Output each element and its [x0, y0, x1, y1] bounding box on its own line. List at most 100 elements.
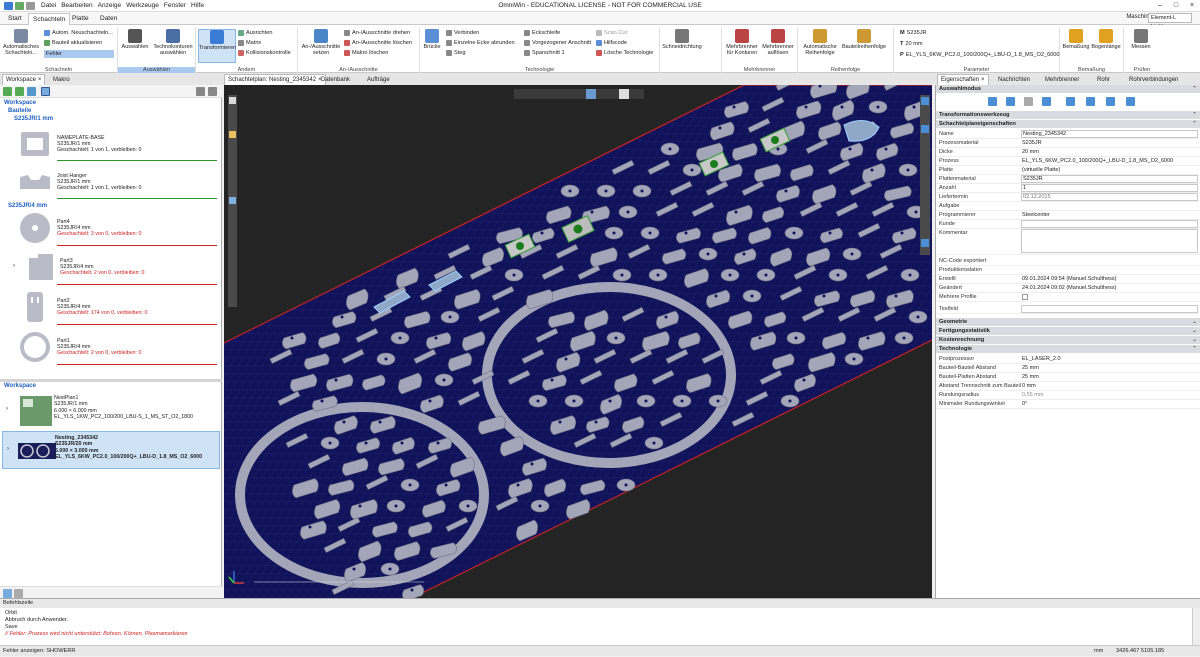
param-process[interactable]: P EL_YLS_6KW_PC2.0_100/200Q+_LBU-D_1.8_MS… [900, 52, 1060, 58]
left-viewport-toolbar[interactable] [228, 95, 237, 307]
sheet-material-select[interactable]: S235JR [1021, 175, 1198, 183]
section-geometrie[interactable]: Geometrie ⌄ [936, 318, 1200, 326]
round-corner-button[interactable]: Einzelne Ecke abrunden [446, 40, 515, 46]
align-button[interactable]: Ausrichten [238, 30, 272, 36]
section-nest-properties[interactable]: Schachtelplaneigenschaften ⌃ [936, 120, 1200, 128]
options-icon[interactable] [208, 87, 217, 96]
section-fertigungsstatistik[interactable]: Fertigungsstatistik ⌄ [936, 327, 1200, 335]
machine-select[interactable]: Element-L Liebherr [1148, 13, 1192, 30]
expand-arrow-icon[interactable]: › [13, 263, 15, 269]
menu-anzeige[interactable]: Anzeige [98, 2, 122, 9]
expand-icon[interactable]: ⌄ [1192, 318, 1197, 326]
matrix-button[interactable]: Matrix [238, 40, 261, 46]
set-leadins-button[interactable]: An-/Ausschnitte setzen [300, 29, 342, 56]
param-thickness[interactable]: T 20 mm [900, 41, 923, 47]
tab-daten[interactable]: Daten [96, 13, 121, 25]
pre-pierce-button[interactable]: Vorgezogener Anschnitt [524, 40, 591, 46]
maximize-button[interactable]: □ [1168, 0, 1184, 12]
view-mode-icon[interactable] [41, 87, 50, 96]
grid-view-icon[interactable] [14, 589, 23, 598]
panel-splitter[interactable] [0, 379, 222, 382]
view-toolbar-floating[interactable] [514, 89, 644, 99]
tab-nesting-plan[interactable]: Schachtelplan: Nesting_2345342 × [224, 74, 326, 85]
parts-folder[interactable]: Bauteile [8, 108, 31, 114]
select-parts-icon[interactable] [988, 97, 997, 106]
select-leadin-icon[interactable] [1042, 97, 1051, 106]
part-sequence-button[interactable]: Bauteilreihenfolge [840, 29, 888, 50]
list-item[interactable]: Part2 S235JR/4 mm Geschachtelt: 174 von 0,… [0, 290, 220, 328]
expand-icon[interactable]: ⌄ [1192, 327, 1197, 335]
delete-technology-button[interactable]: Lösche Technologie [596, 50, 653, 56]
tab-auftraege[interactable]: Aufträge [364, 74, 393, 85]
select-macro-icon[interactable] [1106, 97, 1115, 106]
list-item[interactable]: NAMEPLATE-BASE S235JR/1 mm Geschachtelt: 1… [0, 127, 220, 165]
filter-icon[interactable] [196, 87, 205, 96]
select-bridge-icon[interactable] [1066, 97, 1075, 106]
auto-nesting-button[interactable]: Automatisches Schachteln... [2, 29, 40, 56]
list-view-icon[interactable] [3, 589, 12, 598]
param-material[interactable]: M S235JR [900, 30, 927, 36]
comment-textarea[interactable] [1021, 229, 1198, 253]
collision-check-button[interactable]: Kollisionskontrolle [238, 50, 291, 56]
section-auswahlmodus[interactable]: Auswahlmodus ⌃ [936, 85, 1200, 93]
collapse-icon[interactable]: ⌃ [1192, 120, 1197, 128]
tab-makro[interactable]: Makro [50, 74, 73, 85]
add-nest-icon[interactable] [15, 87, 24, 96]
tab-datenbank[interactable]: Datenbank [318, 74, 353, 85]
right-viewport-toolbar[interactable] [920, 95, 930, 255]
auto-sequence-button[interactable]: Automatische Reihenfolge [800, 29, 840, 56]
select-contours-icon[interactable] [1006, 97, 1015, 106]
menu-werkzeuge[interactable]: Werkzeuge [126, 2, 159, 9]
tab-start[interactable]: Start [4, 13, 26, 25]
delete-leadins-button[interactable]: An-/Ausschnitte löschen [344, 40, 412, 46]
rotate-leadins-button[interactable]: An-/Ausschnitte drehen [344, 30, 410, 36]
expand-arrow-icon[interactable]: › [7, 446, 9, 452]
tab-eigenschaften[interactable]: Eigenschaften × [937, 74, 989, 85]
scan-cut-button[interactable]: Scan Cut [596, 30, 627, 36]
helper-code-button[interactable]: Hilfscode [596, 40, 627, 46]
multi-torch-resolve-button[interactable]: Mehrbrenner auflösen [760, 29, 796, 56]
group-s235jr-1mm[interactable]: S235JR/1 mm [14, 116, 53, 122]
tab-mehrbrenner[interactable]: Mehrbrenner [1042, 74, 1082, 85]
saving-cut-dropdown[interactable]: Sparschnitt 1 [524, 50, 565, 56]
customer-select[interactable] [1021, 220, 1198, 228]
tab-nachrichten[interactable]: Nachrichten [995, 74, 1033, 85]
list-item[interactable]: › Nesting_2345342 S235JR/20 mm 6.000 × 3.0… [2, 431, 220, 469]
save-icon[interactable] [15, 1, 24, 10]
tab-workspace[interactable]: Workspace × [2, 74, 46, 85]
close-icon[interactable]: × [981, 75, 985, 85]
expand-arrow-icon[interactable]: › [6, 406, 8, 412]
group-s235jr-4mm[interactable]: S235JR/4 mm [8, 203, 47, 209]
section-technologie[interactable]: Technologie ⌃ [936, 345, 1200, 353]
section-transform-tool[interactable]: Transformationswerkzeug ⌃ [936, 111, 1200, 119]
select-tag-icon[interactable] [1126, 97, 1135, 106]
undo-icon[interactable] [26, 1, 35, 10]
menu-hilfe[interactable]: Hilfe [191, 2, 204, 9]
select-web-icon[interactable] [1086, 97, 1095, 106]
workspace-root[interactable]: Workspace [4, 100, 36, 106]
section-kostenrechnung[interactable]: Kostenrechnung ⌄ [936, 336, 1200, 344]
nesting-viewport[interactable] [224, 85, 932, 598]
list-item[interactable]: Part1 S235JR/4 mm Geschachtelt: 2 von 0, v… [0, 330, 220, 368]
testfield-input[interactable] [1021, 305, 1198, 313]
multi-torch-contours-button[interactable]: Mehrbrenner für Konturen [724, 29, 760, 56]
menu-fenster[interactable]: Fenster [164, 2, 186, 9]
select-button[interactable]: Auswählen [120, 29, 150, 50]
bridge-button[interactable]: Brücke [422, 29, 442, 50]
refresh-icon[interactable] [27, 87, 36, 96]
web-button[interactable]: Steg [446, 50, 466, 56]
tab-rohr[interactable]: Rohr [1094, 74, 1113, 85]
connect-button[interactable]: Verbinden [446, 30, 479, 36]
arc-length-button[interactable]: Bogenlänge [1090, 29, 1122, 50]
select-sheet-icon[interactable] [1024, 97, 1033, 106]
list-item[interactable]: › Part3 S235JR/4 mm Geschachtelt: 2 von 0,… [0, 250, 220, 288]
update-part-button[interactable]: Bauteil aktualisieren [44, 40, 102, 46]
multiple-profiles-checkbox[interactable] [1022, 294, 1028, 300]
close-icon[interactable]: × [38, 75, 42, 85]
measure-button[interactable]: Messen [1126, 29, 1156, 50]
menu-datei[interactable]: Datei [41, 2, 56, 9]
command-scrollbar[interactable] [1192, 608, 1200, 646]
auto-renesting-button[interactable]: Autom. Neuschachteln... [44, 30, 113, 36]
add-part-icon[interactable] [3, 87, 12, 96]
collapse-icon[interactable]: ⌃ [1192, 345, 1197, 353]
